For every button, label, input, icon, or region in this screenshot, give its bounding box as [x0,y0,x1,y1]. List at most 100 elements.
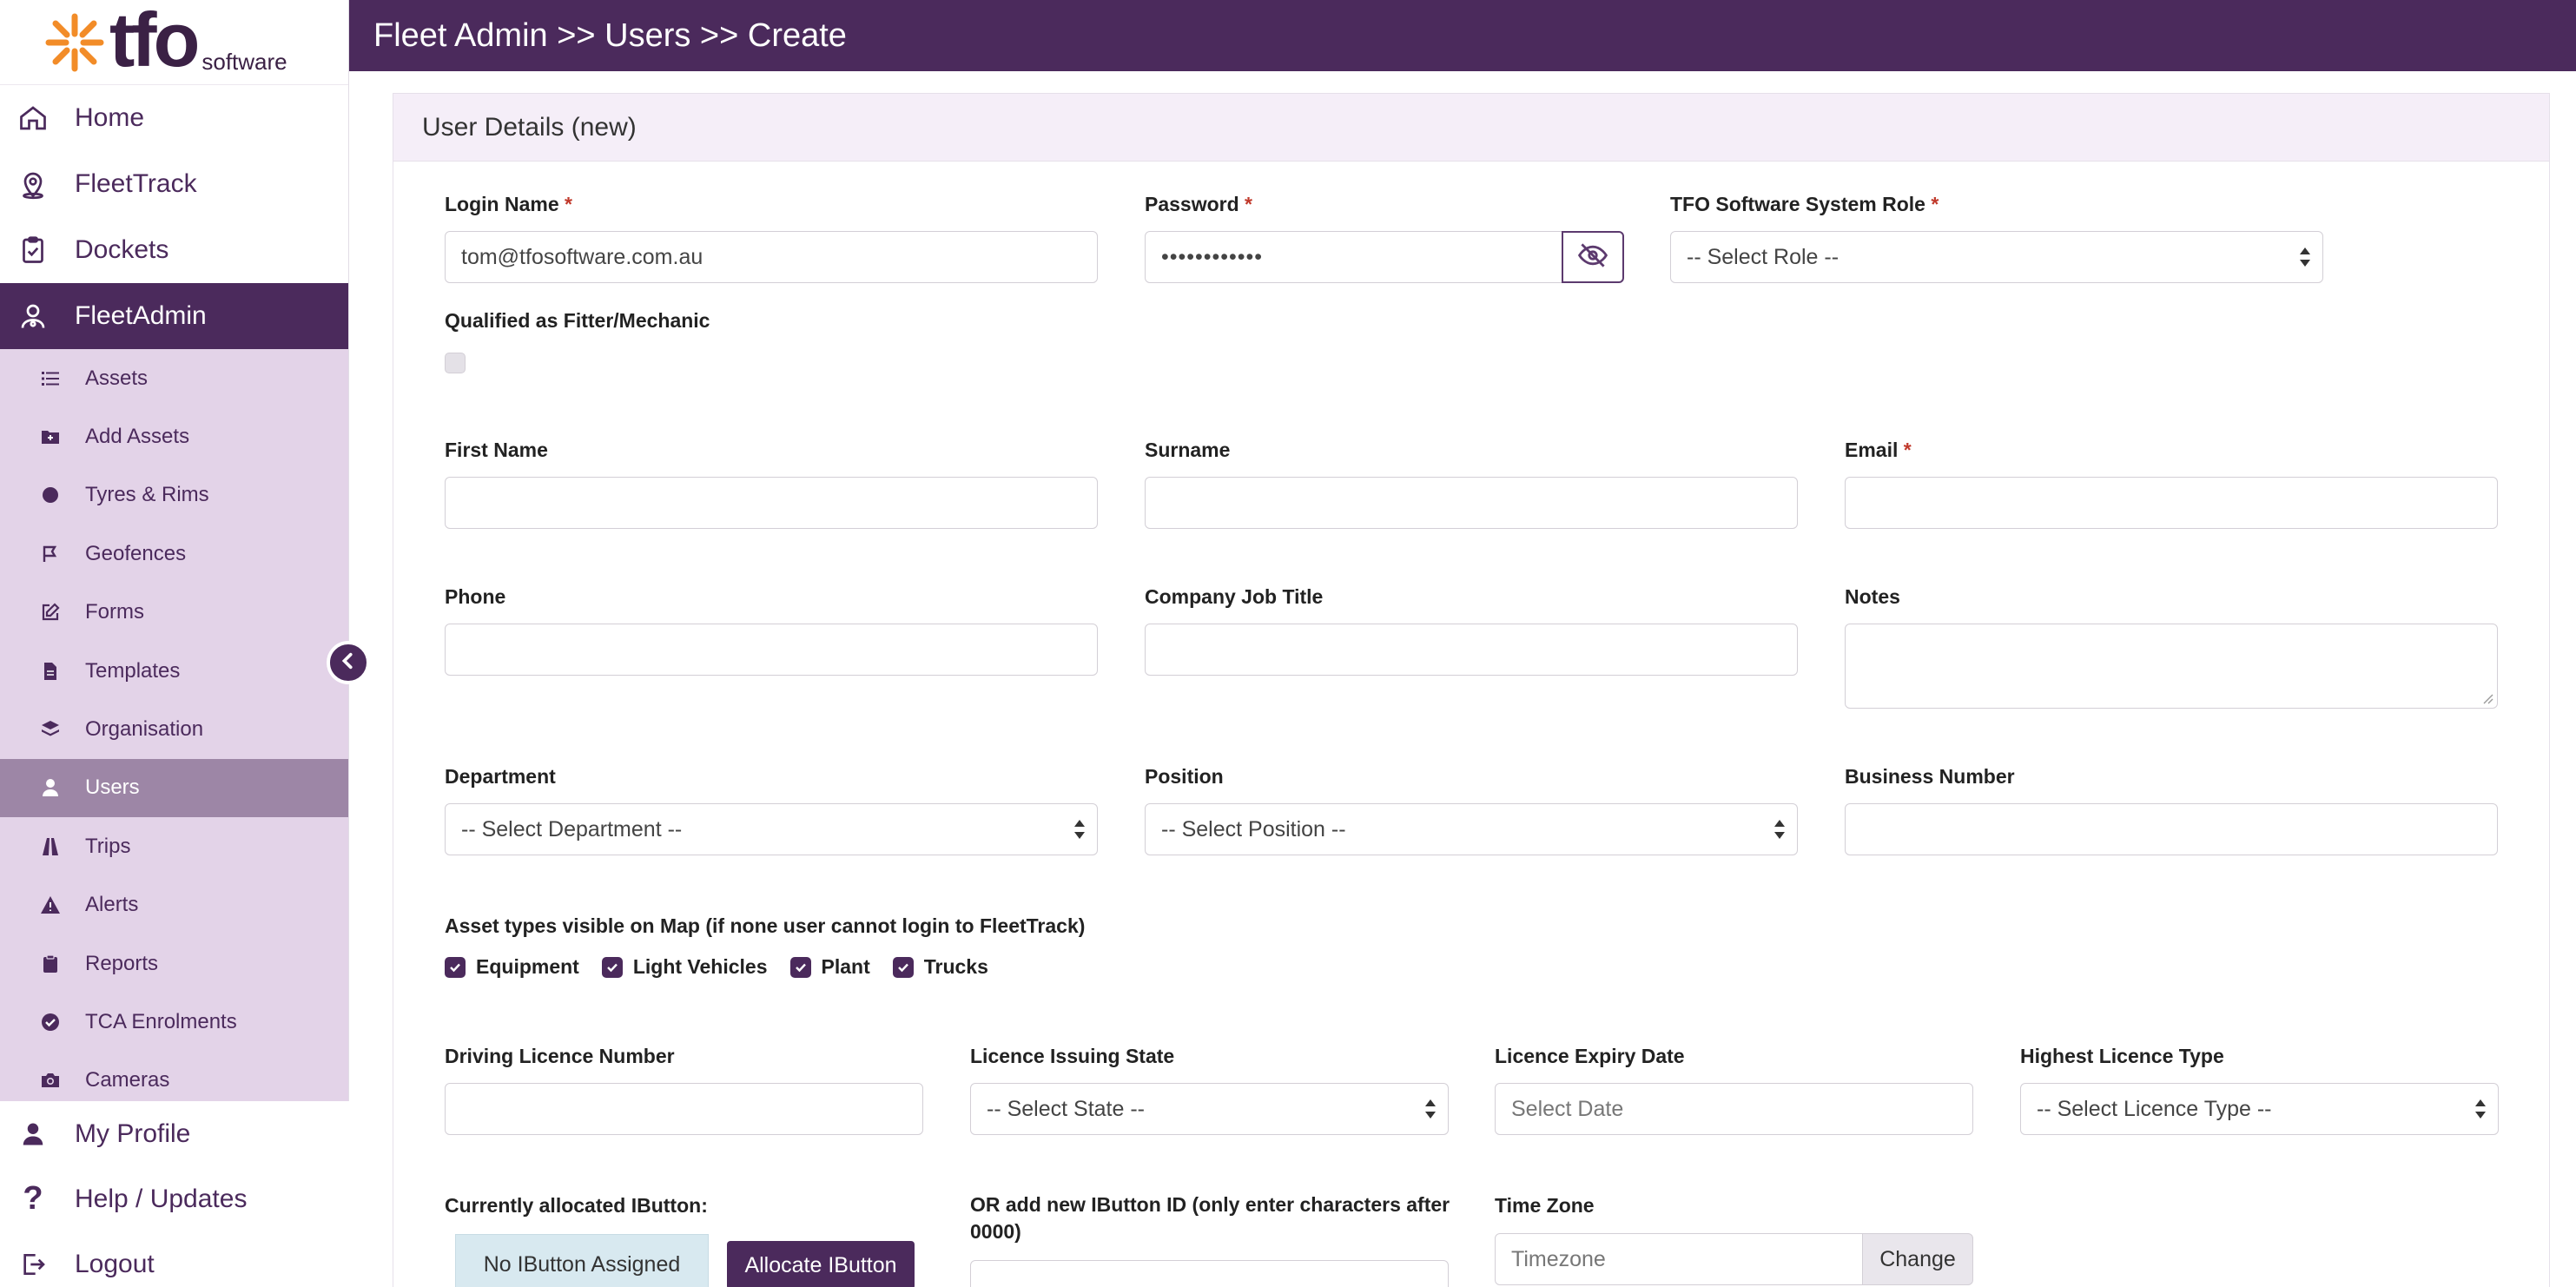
edit-icon [38,600,63,624]
sidebar-item-templates[interactable]: Templates [0,642,348,700]
email-label: Email * [1845,439,1912,461]
sidebar-item-alerts[interactable]: Alerts [0,876,348,934]
timezone-input[interactable]: Timezone [1495,1233,1863,1285]
nav-dockets-label: Dockets [75,235,169,264]
nav-home[interactable]: Home [0,85,348,151]
nav-home-label: Home [75,103,145,132]
licence-number-label: Driving Licence Number [445,1045,675,1067]
sidebar-item-assets[interactable]: Assets [0,349,348,407]
sidebar-item-tca-enrolments[interactable]: TCA Enrolments [0,993,348,1051]
ibutton-status: No IButton Assigned [455,1234,709,1287]
eye-slash-icon [1577,242,1608,272]
trucks-label: Trucks [923,955,988,978]
first-name-input[interactable] [445,477,1098,529]
light-vehicles-checkbox[interactable] [601,956,623,978]
surname-label: Surname [1145,439,1231,461]
notes-label: Notes [1845,585,1900,608]
file-icon [38,659,63,683]
licence-state-select[interactable]: -- Select State -- [970,1083,1449,1135]
trucks-checkbox[interactable] [892,956,914,978]
sidebar-item-label: Alerts [85,893,139,917]
job-title-label: Company Job Title [1145,585,1324,608]
password-input[interactable]: •••••••••••• [1145,231,1563,283]
sidebar-item-label: Organisation [85,717,204,742]
sidebar-item-organisation[interactable]: Organisation [0,700,348,758]
nav-my-profile-label: My Profile [75,1119,191,1148]
sidebar-item-forms[interactable]: Forms [0,584,348,642]
logo-text: tfo [109,0,200,82]
position-select[interactable]: -- Select Position -- [1145,803,1798,855]
login-name-label: Login Name * [445,193,572,215]
nav-fleetadmin-label: FleetAdmin [75,301,207,330]
nav-dockets[interactable]: Dockets [0,217,348,283]
list-icon [38,366,63,391]
folder-plus-icon [38,425,63,449]
fitter-checkbox[interactable] [445,353,466,373]
clipboard-check-icon [16,233,50,267]
layers-icon [38,717,63,742]
user-icon [16,1117,50,1152]
licence-expiry-datepicker[interactable]: Select Date [1495,1083,1973,1135]
sidebar-item-label: Reports [85,951,159,975]
licence-number-input[interactable] [445,1083,923,1135]
timezone-label: Time Zone [1495,1194,1595,1217]
toggle-password-visibility-button[interactable] [1562,231,1624,283]
new-ibutton-input[interactable] [970,1260,1449,1287]
fitter-label: Qualified as Fitter/Mechanic [445,309,710,332]
flag-icon [38,542,63,566]
business-number-input[interactable] [1845,803,2498,855]
timezone-change-button[interactable]: Change [1863,1233,1973,1285]
business-number-label: Business Number [1845,765,2015,788]
sidebar-item-label: Forms [85,600,144,624]
system-role-select[interactable]: -- Select Role -- [1670,231,2323,283]
equipment-checkbox[interactable] [445,956,466,978]
nav-help-updates[interactable]: ? Help / Updates [0,1166,349,1231]
sidebar-item-tyres-rims[interactable]: Tyres & Rims [0,466,348,525]
phone-input[interactable] [445,624,1098,676]
department-select[interactable]: -- Select Department -- [445,803,1098,855]
new-ibutton-label: OR add new IButton ID (only enter charac… [970,1193,1450,1243]
phone-label: Phone [445,585,506,608]
clipboard-icon [38,952,63,976]
chevron-left-icon [339,651,358,675]
nav-help-label: Help / Updates [75,1184,248,1213]
nav-fleetadmin[interactable]: FleetAdmin [0,283,348,349]
allocate-ibutton-button[interactable]: Allocate IButton [727,1241,915,1287]
camera-icon [38,1068,63,1092]
nav-logout[interactable]: Logout [0,1231,349,1287]
logo-burst-icon [43,11,106,74]
licence-state-label: Licence Issuing State [970,1045,1175,1067]
nav-my-profile[interactable]: My Profile [0,1101,349,1166]
position-label: Position [1145,765,1224,788]
collapse-sidebar-button[interactable] [327,641,370,684]
nav-logout-label: Logout [75,1249,155,1278]
login-name-input[interactable]: tom@tfosoftware.com.au [445,231,1098,283]
licence-type-select[interactable]: -- Select Licence Type -- [2020,1083,2499,1135]
circle-icon [38,483,63,507]
resize-handle-icon[interactable] [2481,692,2493,704]
brand-logo[interactable]: tfo software [0,0,348,85]
equipment-label: Equipment [476,955,579,978]
sidebar-item-geofences[interactable]: Geofences [0,525,348,583]
email-input[interactable] [1845,477,2498,529]
first-name-label: First Name [445,439,548,461]
job-title-input[interactable] [1145,624,1798,676]
surname-input[interactable] [1145,477,1798,529]
user-icon [38,776,63,800]
nav-fleettrack[interactable]: FleetTrack [0,151,348,217]
top-bar: Fleet Admin >> Users >> Create [349,0,2576,71]
sidebar-item-add-assets[interactable]: Add Assets [0,407,348,465]
plant-checkbox[interactable] [789,956,811,978]
sidebar-item-trips[interactable]: Trips [0,817,348,875]
asset-types-label: Asset types visible on Map (if none user… [445,914,1086,937]
logo-subtext: software [201,49,287,75]
fleetadmin-submenu: Assets Add Assets Tyres & Rims Geofences… [0,349,348,1165]
admin-user-icon [16,299,50,333]
notes-textarea[interactable] [1845,624,2498,709]
licence-type-label: Highest Licence Type [2020,1045,2224,1067]
sidebar-item-label: Cameras [85,1068,170,1092]
sidebar-item-users[interactable]: Users [0,758,348,818]
nav-fleettrack-label: FleetTrack [75,169,197,198]
system-role-label: TFO Software System Role * [1670,193,1939,215]
sidebar-item-reports[interactable]: Reports [0,934,348,993]
